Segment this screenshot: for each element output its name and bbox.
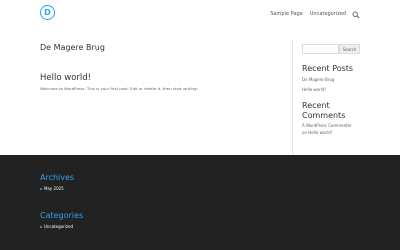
- site-logo[interactable]: D: [40, 5, 55, 20]
- nav-item-sample-page[interactable]: Sample Page: [270, 11, 302, 17]
- bullet-icon: [40, 225, 42, 228]
- recent-post-link[interactable]: De Magere Brug: [302, 77, 334, 82]
- recent-comments-heading-line2: Comments: [302, 111, 346, 120]
- main-content: De Magere Brug Hello world! Welcome to W…: [0, 27, 400, 155]
- categories-heading: Categories: [40, 211, 84, 220]
- archive-link[interactable]: May 2025: [44, 186, 64, 191]
- category-item: Uncategorized: [40, 224, 73, 229]
- post-excerpt: Welcome to WordPress. This is your first…: [40, 86, 199, 91]
- sidebar-search-input[interactable]: [302, 44, 339, 54]
- recent-comment-post-link[interactable]: Hello world!: [308, 130, 332, 135]
- recent-comment-target: on Hello world!: [302, 130, 332, 135]
- sidebar-search-button[interactable]: Search: [339, 44, 360, 54]
- category-link[interactable]: Uncategorized: [44, 224, 73, 229]
- archive-item: May 2025: [40, 186, 64, 191]
- nav-item-uncategorized[interactable]: Uncategorized: [310, 11, 346, 17]
- site-header: D Sample Page Uncategorized: [0, 0, 400, 27]
- main-nav: Sample Page Uncategorized: [263, 10, 360, 19]
- recent-comment-connector: on: [302, 130, 307, 135]
- bullet-icon: [40, 187, 42, 190]
- recent-comments-heading-line1: Recent: [302, 101, 330, 110]
- page-title: De Magere Brug: [40, 43, 105, 52]
- archives-heading: Archives: [40, 173, 75, 182]
- post-title[interactable]: Hello world!: [40, 73, 91, 83]
- sidebar-divider: [292, 40, 293, 155]
- recent-post-link[interactable]: Hello world!: [302, 87, 326, 92]
- search-icon[interactable]: [352, 11, 360, 19]
- site-footer: Archives May 2025 Categories Uncategoriz…: [0, 155, 400, 250]
- recent-posts-heading: Recent Posts: [302, 64, 354, 73]
- recent-comment-author[interactable]: A WordPress Commenter: [302, 123, 352, 128]
